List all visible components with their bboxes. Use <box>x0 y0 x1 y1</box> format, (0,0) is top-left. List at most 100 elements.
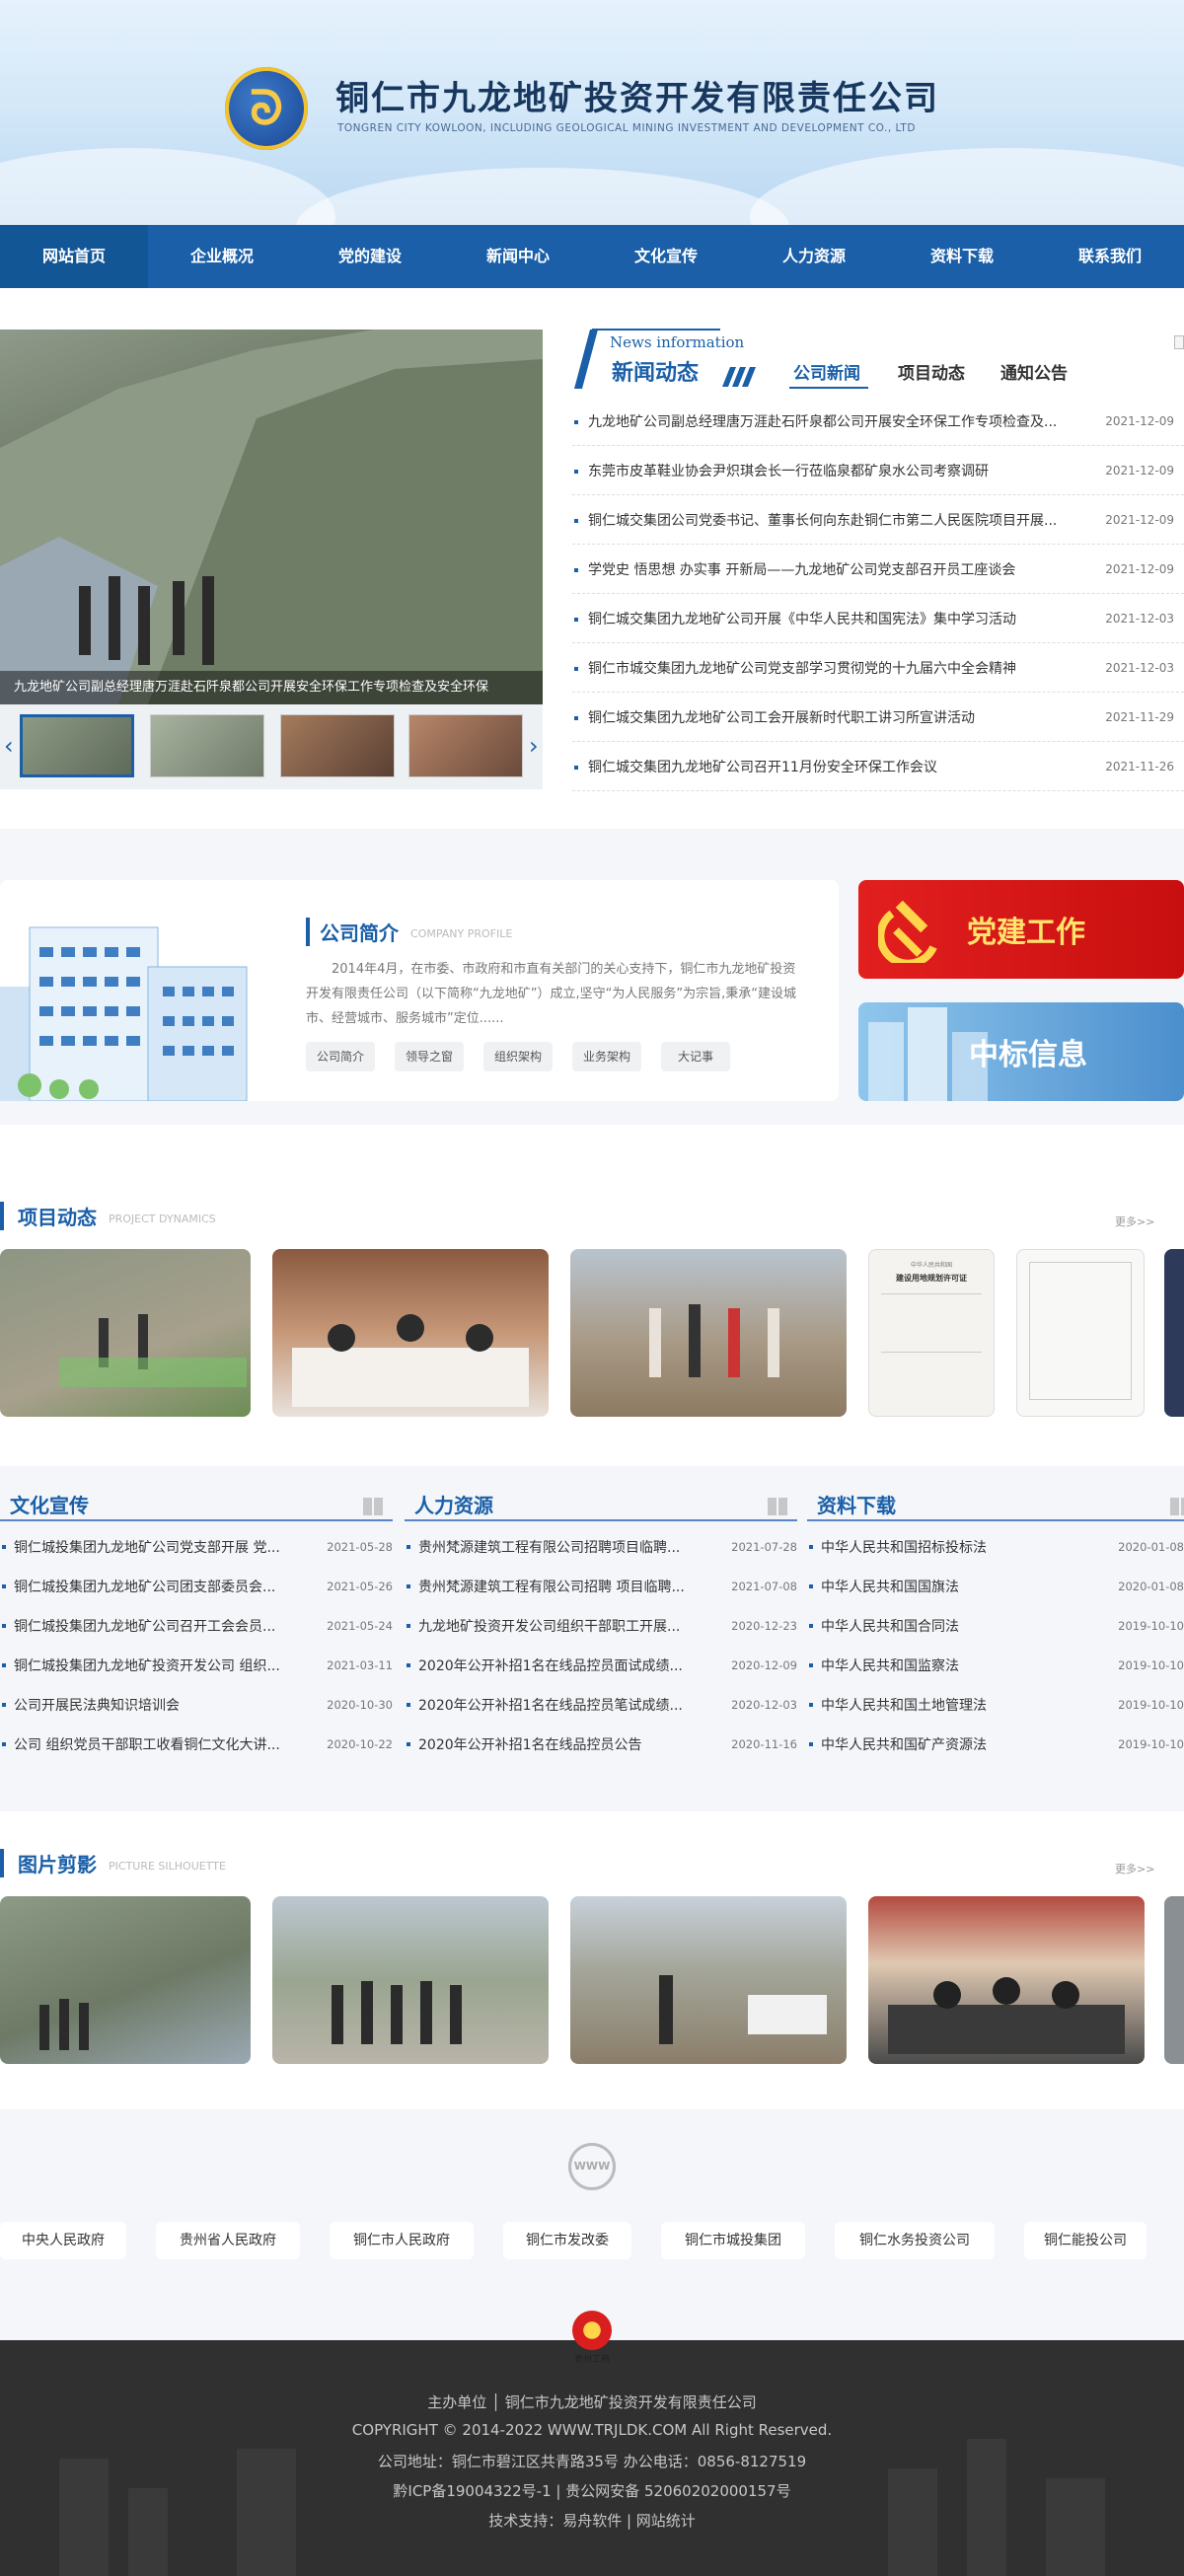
list-item[interactable]: 公司开展民法典知识培训会 2020-10-30 <box>0 1685 393 1725</box>
list-item[interactable]: 九龙地矿投资开发公司组织干部职工开展... 2020-12-23 <box>405 1606 797 1646</box>
list-item[interactable]: 铜仁城投集团九龙地矿公司团支部委员会... 2021-05-26 <box>0 1567 393 1606</box>
nav-party-building[interactable]: 党的建设 <box>296 225 444 288</box>
list-item-title[interactable]: 铜仁城投集团九龙地矿公司召开工会会员... <box>14 1616 314 1636</box>
chip-company-intro[interactable]: 公司简介 <box>306 1042 375 1071</box>
gallery-photo[interactable] <box>868 1896 1145 2064</box>
project-photo[interactable] <box>570 1249 847 1417</box>
planning-permit-document[interactable]: 中华人民共和国 建设用地规划许可证 <box>868 1249 995 1417</box>
slider-thumb[interactable] <box>20 714 134 777</box>
list-item[interactable]: 铜仁城投集团九龙地矿投资开发公司 组织... 2021-03-11 <box>0 1646 393 1685</box>
slider-next-icon[interactable]: › <box>529 732 539 760</box>
gallery-photo[interactable] <box>1164 1896 1184 2064</box>
list-item[interactable]: 贵州梵源建筑工程有限公司招聘 项目临聘... 2021-07-08 <box>405 1567 797 1606</box>
news-item[interactable]: 铜仁城交集团公司党委书记、董事长何向东赴铜仁市第二人民医院项目开展... 2021… <box>572 495 1184 545</box>
list-item-title[interactable]: 中华人民共和国招标投标法 <box>821 1537 1105 1557</box>
news-item-title[interactable]: 东莞市皮革鞋业协会尹炽琪会长一行莅临泉都矿泉水公司考察调研 <box>588 461 1091 480</box>
gallery-photo[interactable] <box>570 1896 847 2064</box>
gallery-photo[interactable] <box>272 1896 549 2064</box>
list-item[interactable]: 2020年公开补招1名在线品控员笔试成绩... 2020-12-03 <box>405 1685 797 1725</box>
footer-icp[interactable]: 黔ICP备19004322号-1 | 贵公网安备 52060202000157号 <box>0 2480 1184 2501</box>
news-item-title[interactable]: 学党史 悟思想 办实事 开新局——九龙地矿公司党支部召开员工座谈会 <box>588 559 1091 579</box>
news-item-title[interactable]: 铜仁城交集团九龙地矿公司开展《中华人民共和国宪法》集中学习活动 <box>588 609 1091 628</box>
news-item[interactable]: 东莞市皮革鞋业协会尹炽琪会长一行莅临泉都矿泉水公司考察调研 2021-12-09 <box>572 446 1184 495</box>
list-item-title[interactable]: 中华人民共和国土地管理法 <box>821 1695 1105 1715</box>
project-photo[interactable] <box>272 1249 549 1417</box>
project-photo[interactable] <box>1164 1249 1184 1417</box>
tab-notices[interactable]: 通知公告 <box>1000 359 1068 384</box>
project-photo[interactable] <box>0 1249 251 1417</box>
news-item[interactable]: 铜仁城交集团九龙地矿公司召开11月份安全环保工作会议 2021-11-26 <box>572 742 1184 791</box>
news-item-title[interactable]: 铜仁城交集团九龙地矿公司召开11月份安全环保工作会议 <box>588 757 1091 776</box>
link-tongren-drc[interactable]: 铜仁市发改委 <box>503 2222 631 2259</box>
business-license-badge-icon[interactable] <box>572 2311 612 2350</box>
nav-downloads[interactable]: 资料下载 <box>888 225 1036 288</box>
slider-thumb[interactable] <box>408 714 523 777</box>
nav-contact[interactable]: 联系我们 <box>1036 225 1184 288</box>
link-tongren-investment-group[interactable]: 铜仁市城投集团 <box>661 2222 805 2259</box>
list-item-title[interactable]: 2020年公开补招1名在线品控员公告 <box>418 1734 718 1754</box>
list-item-title[interactable]: 铜仁城投集团九龙地矿公司团支部委员会... <box>14 1577 314 1596</box>
footer-support[interactable]: 技术支持：易舟软件 | 网站统计 <box>0 2510 1184 2531</box>
slider-caption[interactable]: 九龙地矿公司副总经理唐万涯赴石阡泉都公司开展安全环保工作专项检查及安全环保 <box>0 671 543 704</box>
list-item-title[interactable]: 铜仁城投集团九龙地矿投资开发公司 组织... <box>14 1656 314 1675</box>
list-item-title[interactable]: 2020年公开补招1名在线品控员笔试成绩... <box>418 1695 718 1715</box>
list-item[interactable]: 铜仁城投集团九龙地矿公司党支部开展 党... 2021-05-28 <box>0 1527 393 1567</box>
list-item[interactable]: 中华人民共和国国旗法 2020-01-08 <box>807 1567 1184 1606</box>
news-item-title[interactable]: 铜仁市城交集团九龙地矿公司党支部学习贯彻党的十九届六中全会精神 <box>588 658 1091 678</box>
list-item-title[interactable]: 铜仁城投集团九龙地矿公司党支部开展 党... <box>14 1537 314 1557</box>
list-item-title[interactable]: 贵州梵源建筑工程有限公司招聘 项目临聘... <box>418 1577 718 1596</box>
chip-leadership[interactable]: 领导之窗 <box>395 1042 464 1071</box>
list-item-title[interactable]: 九龙地矿投资开发公司组织干部职工开展... <box>418 1616 718 1636</box>
link-tongren-government[interactable]: 铜仁市人民政府 <box>330 2222 474 2259</box>
list-item[interactable]: 中华人民共和国招标投标法 2020-01-08 <box>807 1527 1184 1567</box>
news-item[interactable]: 铜仁城交集团九龙地矿公司开展《中华人民共和国宪法》集中学习活动 2021-12-0… <box>572 594 1184 643</box>
document-photo[interactable] <box>1016 1249 1145 1417</box>
list-item[interactable]: 中华人民共和国土地管理法 2019-10-10 <box>807 1685 1184 1725</box>
link-tongren-water-investment[interactable]: 铜仁水务投资公司 <box>835 2222 995 2259</box>
nav-human-resources[interactable]: 人力资源 <box>740 225 888 288</box>
grid-icon[interactable] <box>768 1498 787 1515</box>
nav-home[interactable]: 网站首页 <box>0 225 148 288</box>
nav-news-center[interactable]: 新闻中心 <box>444 225 592 288</box>
news-item-title[interactable]: 铜仁城交集团九龙地矿公司工会开展新时代职工讲习所宣讲活动 <box>588 707 1091 727</box>
chip-business-structure[interactable]: 业务架构 <box>572 1042 641 1071</box>
news-item[interactable]: 九龙地矿公司副总经理唐万涯赴石阡泉都公司开展安全环保工作专项检查及... 2021… <box>572 397 1184 446</box>
list-item-title[interactable]: 公司开展民法典知识培训会 <box>14 1695 314 1715</box>
chip-org-structure[interactable]: 组织架构 <box>483 1042 553 1071</box>
list-item-title[interactable]: 2020年公开补招1名在线品控员面试成绩... <box>418 1656 718 1675</box>
link-guizhou-government[interactable]: 贵州省人民政府 <box>156 2222 300 2259</box>
news-slider-image[interactable] <box>0 330 543 704</box>
list-item-title[interactable]: 中华人民共和国矿产资源法 <box>821 1734 1105 1754</box>
news-item[interactable]: 学党史 悟思想 办实事 开新局——九龙地矿公司党支部召开员工座谈会 2021-12… <box>572 545 1184 594</box>
list-item[interactable]: 中华人民共和国合同法 2019-10-10 <box>807 1606 1184 1646</box>
list-item-title[interactable]: 中华人民共和国监察法 <box>821 1656 1105 1675</box>
news-item-title[interactable]: 九龙地矿公司副总经理唐万涯赴石阡泉都公司开展安全环保工作专项检查及... <box>588 411 1091 431</box>
list-item-title[interactable]: 中华人民共和国国旗法 <box>821 1577 1105 1596</box>
company-logo[interactable]: ᘐ <box>225 67 308 150</box>
party-building-banner[interactable]: 党建工作 <box>858 880 1184 979</box>
slider-thumb[interactable] <box>280 714 395 777</box>
tab-company-news[interactable]: 公司新闻 <box>793 359 860 384</box>
link-tongren-energy-investment[interactable]: 铜仁能投公司 <box>1024 2222 1147 2259</box>
chip-milestones[interactable]: 大记事 <box>661 1042 730 1071</box>
bid-info-banner[interactable]: 中标信息 <box>858 1002 1184 1101</box>
list-item[interactable]: 中华人民共和国监察法 2019-10-10 <box>807 1646 1184 1685</box>
list-item[interactable]: 2020年公开补招1名在线品控员公告 2020-11-16 <box>405 1725 797 1764</box>
grid-icon[interactable] <box>1170 1498 1184 1515</box>
projects-more-link[interactable]: 更多>> <box>1115 1214 1154 1229</box>
news-item-title[interactable]: 铜仁城交集团公司党委书记、董事长何向东赴铜仁市第二人民医院项目开展... <box>588 510 1091 530</box>
nav-company-overview[interactable]: 企业概况 <box>148 225 296 288</box>
list-item[interactable]: 公司 组织党员干部职工收看铜仁文化大讲... 2020-10-22 <box>0 1725 393 1764</box>
list-item-title[interactable]: 公司 组织党员干部职工收看铜仁文化大讲... <box>14 1734 314 1754</box>
list-item[interactable]: 贵州梵源建筑工程有限公司招聘项目临聘... 2021-07-28 <box>405 1527 797 1567</box>
list-item-title[interactable]: 贵州梵源建筑工程有限公司招聘项目临聘... <box>418 1537 718 1557</box>
list-item[interactable]: 中华人民共和国矿产资源法 2019-10-10 <box>807 1725 1184 1764</box>
list-item[interactable]: 铜仁城投集团九龙地矿公司召开工会会员... 2021-05-24 <box>0 1606 393 1646</box>
gallery-photo[interactable] <box>0 1896 251 2064</box>
list-item-title[interactable]: 中华人民共和国合同法 <box>821 1616 1105 1636</box>
slider-thumb[interactable] <box>150 714 264 777</box>
grid-icon[interactable] <box>363 1498 383 1515</box>
news-item[interactable]: 铜仁城交集团九龙地矿公司工会开展新时代职工讲习所宣讲活动 2021-11-29 <box>572 693 1184 742</box>
gallery-more-link[interactable]: 更多>> <box>1115 1861 1154 1877</box>
nav-culture[interactable]: 文化宣传 <box>592 225 740 288</box>
